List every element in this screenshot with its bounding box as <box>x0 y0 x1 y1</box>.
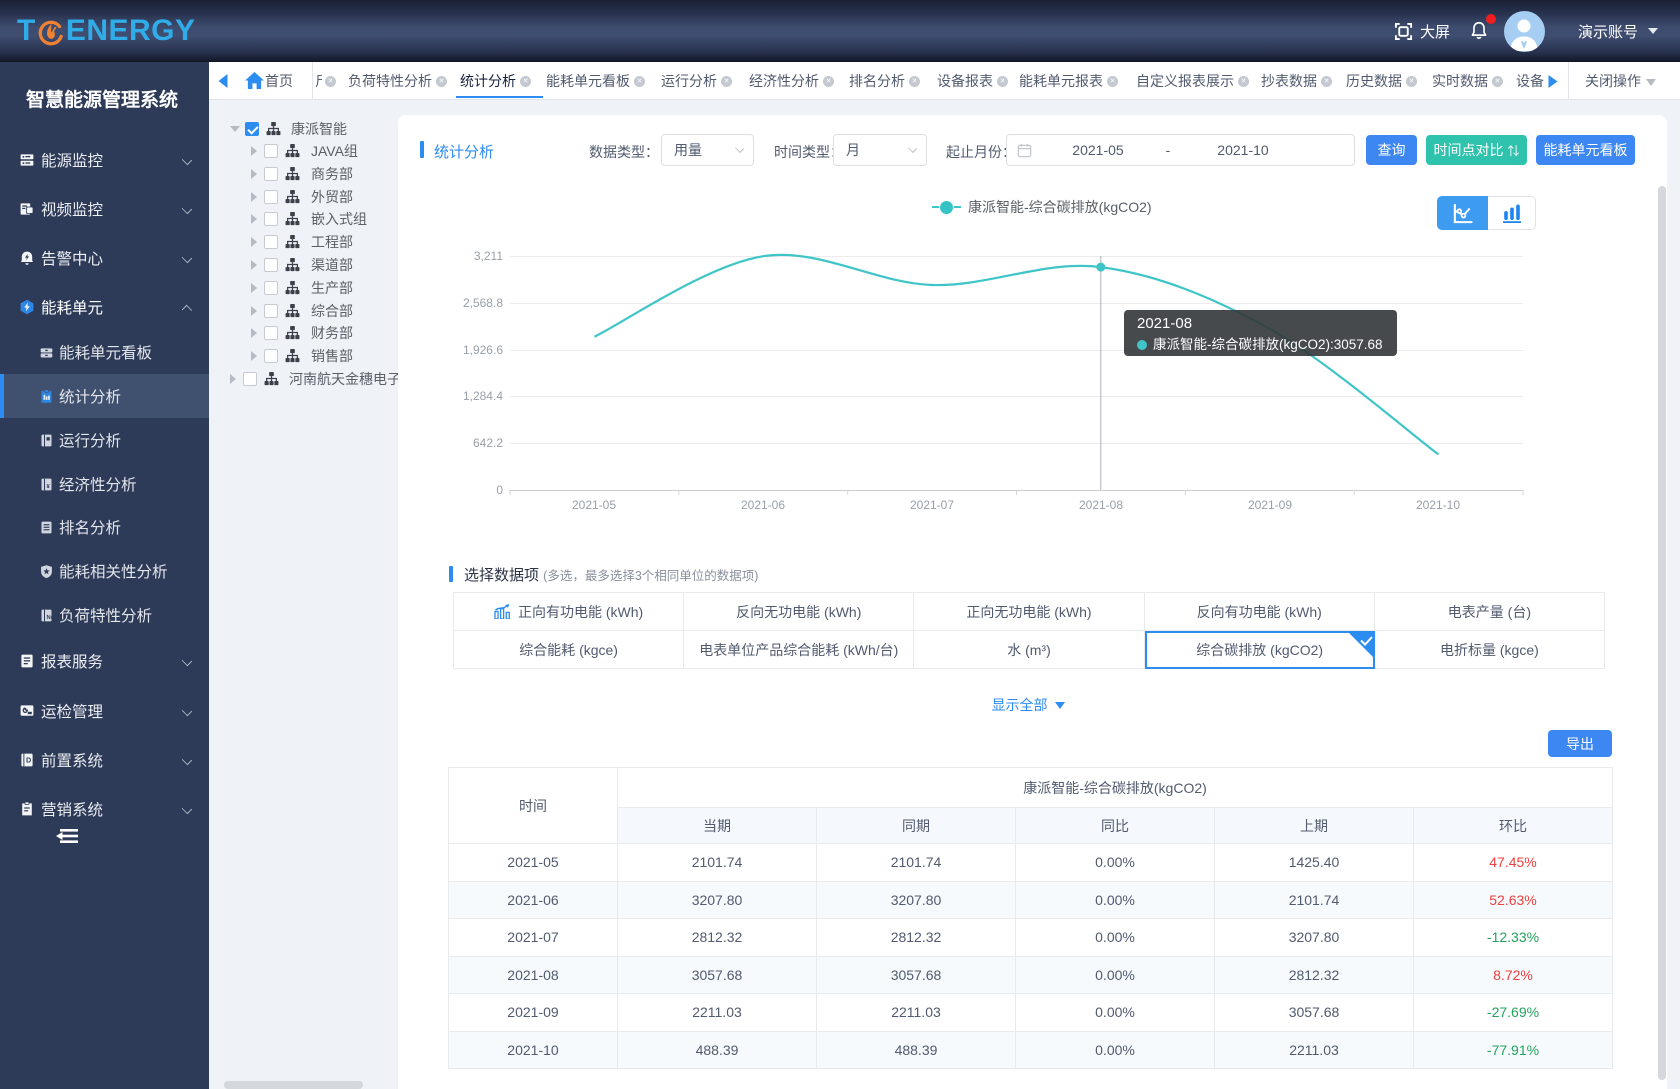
svg-text:№: № <box>47 613 54 620</box>
svg-text:D: D <box>26 755 31 764</box>
